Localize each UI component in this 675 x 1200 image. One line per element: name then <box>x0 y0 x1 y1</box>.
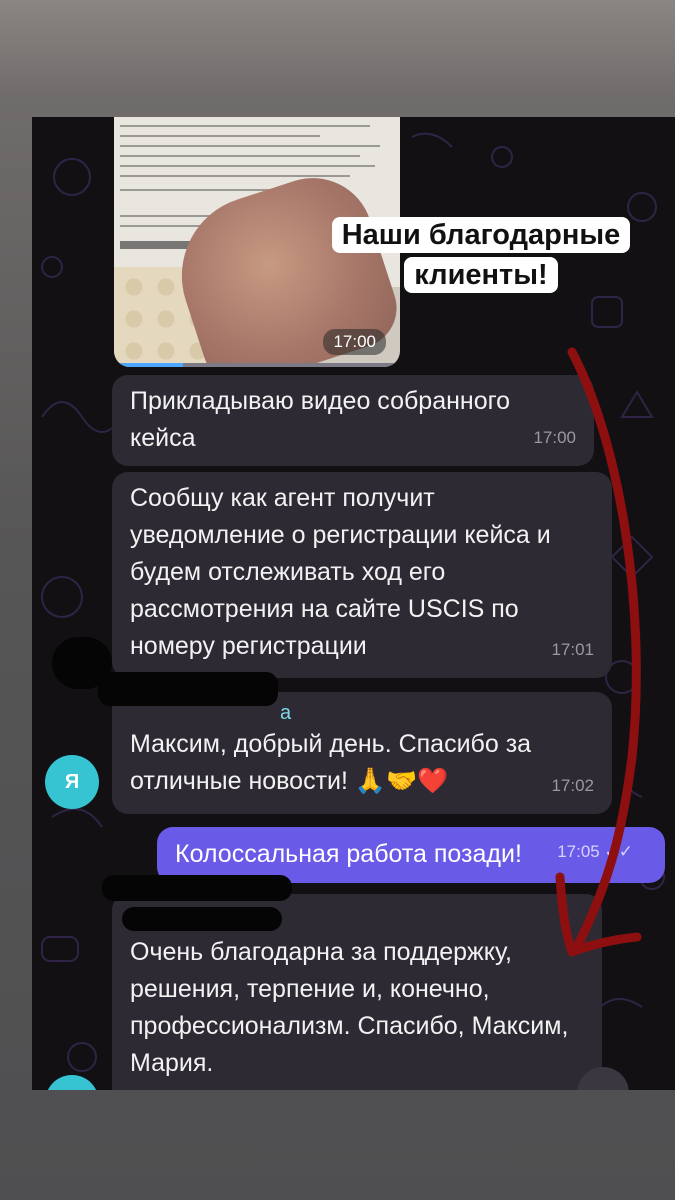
overlay-caption: Наши благодарные клиенты! <box>316 215 646 295</box>
caption-line-1: Наши благодарные <box>331 217 631 253</box>
caption-line-2: клиенты! <box>404 257 558 293</box>
